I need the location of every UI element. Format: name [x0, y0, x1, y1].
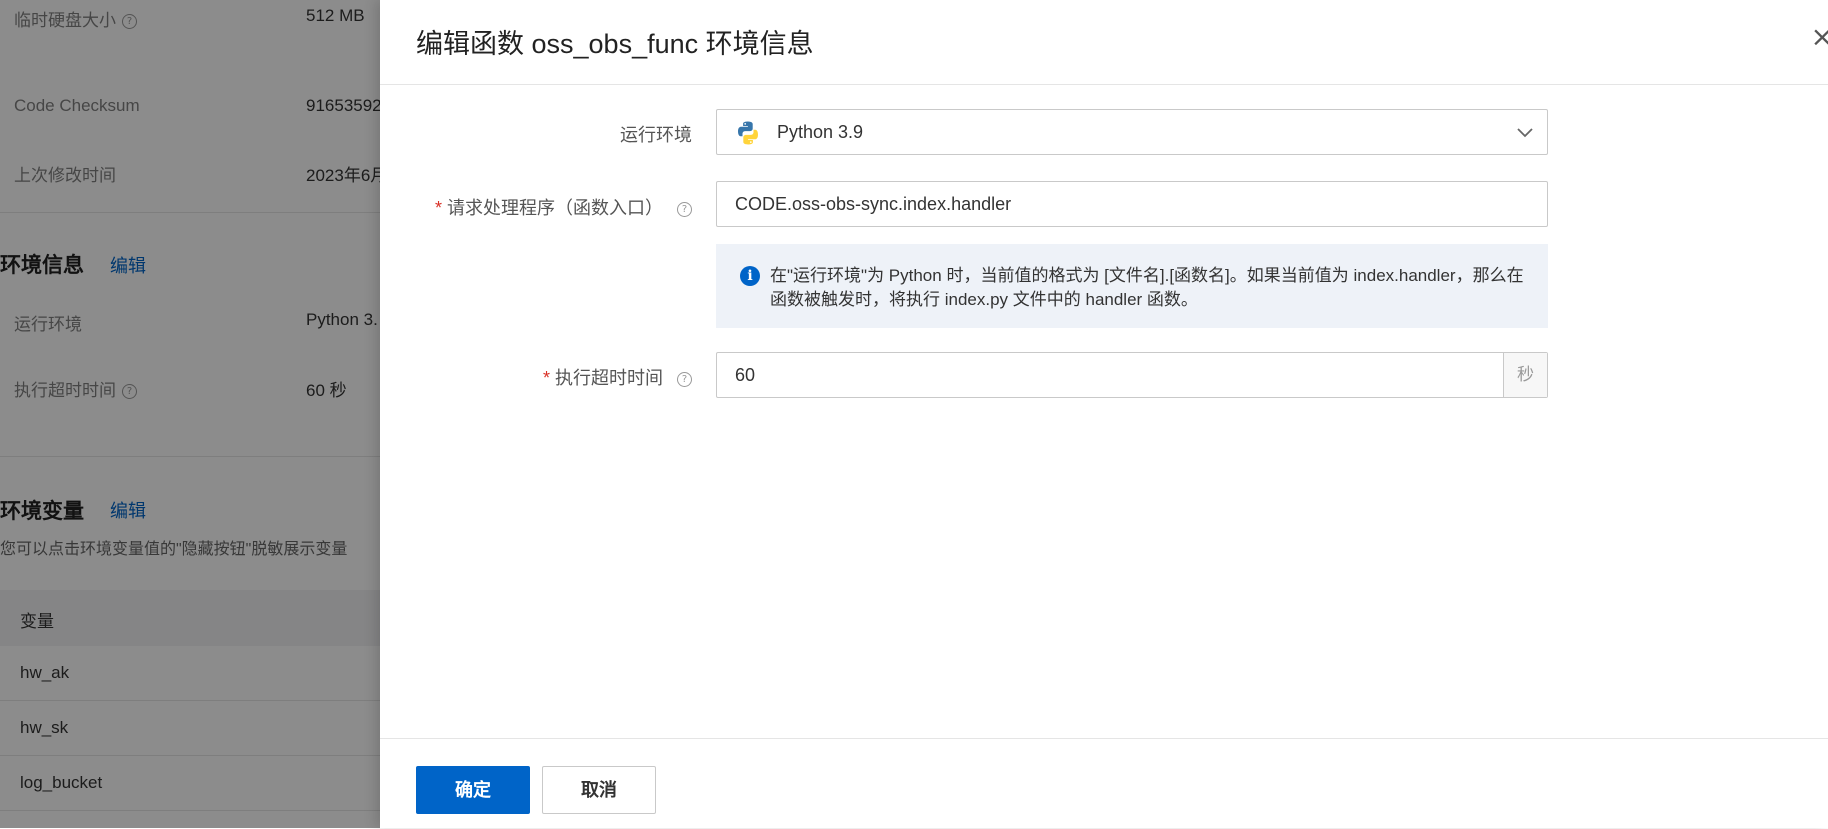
handler-info-text: 在"运行环境"为 Python 时，当前值的格式为 [文件名].[函数名]。如果… [770, 266, 1524, 309]
handler-input-wrapper [716, 181, 1548, 227]
timeout-input[interactable] [717, 353, 1505, 397]
runtime-label: 运行环境 [620, 125, 692, 145]
info-icon: i [740, 266, 760, 286]
edit-env-drawer: 编辑函数 oss_obs_func 环境信息 × 运行环境 Python 3.9… [380, 0, 1828, 828]
runtime-selected-value: Python 3.9 [777, 122, 864, 142]
help-icon[interactable]: ? [677, 371, 692, 387]
timeout-unit: 秒 [1503, 353, 1547, 397]
handler-input[interactable] [717, 182, 1547, 226]
chevron-down-icon [1517, 128, 1533, 138]
python-icon [738, 121, 758, 145]
drawer-footer: 确定 取消 [380, 738, 1828, 829]
cancel-button[interactable]: 取消 [542, 766, 656, 814]
timeout-input-wrapper: 秒 [716, 352, 1548, 398]
help-icon[interactable]: ? [677, 201, 692, 217]
required-mark: * [434, 198, 442, 218]
close-icon[interactable]: × [1811, 20, 1828, 53]
handler-label: * 请求处理程序（函数入口）? [435, 194, 692, 220]
required-mark: * [542, 368, 550, 388]
confirm-button[interactable]: 确定 [416, 766, 530, 814]
handler-info-box: i 在"运行环境"为 Python 时，当前值的格式为 [文件名].[函数名]。… [716, 244, 1548, 328]
drawer-title: 编辑函数 oss_obs_func 环境信息 [416, 29, 814, 59]
timeout-label: * 执行超时时间? [543, 364, 692, 390]
drawer-header: 编辑函数 oss_obs_func 环境信息 × [380, 0, 1828, 85]
runtime-select[interactable]: Python 3.9 [716, 109, 1548, 155]
